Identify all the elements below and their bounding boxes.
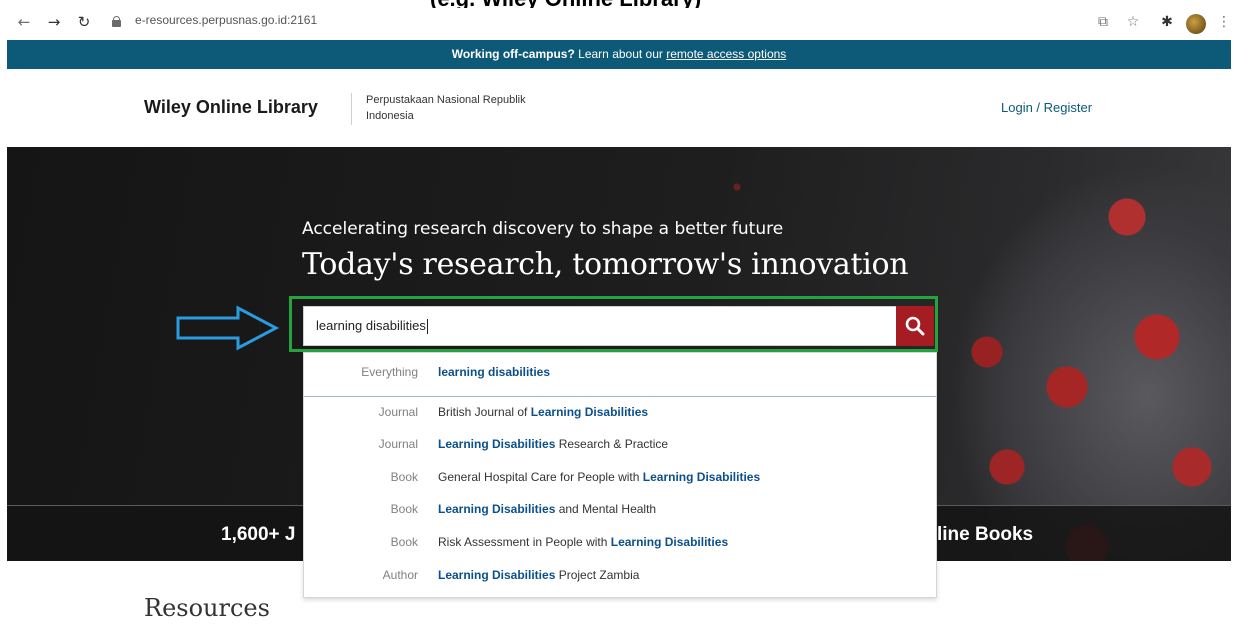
suggestion-divider bbox=[304, 396, 936, 397]
text-caret bbox=[426, 319, 428, 335]
site-header: Wiley Online Library Perpustakaan Nasion… bbox=[7, 69, 1231, 147]
profile-icon[interactable] bbox=[1186, 14, 1206, 34]
suggestion-type: Journal bbox=[378, 405, 418, 419]
suggestion-text: Learning Disabilities and Mental Health bbox=[438, 502, 657, 516]
suggestion-item[interactable]: Author Learning Disabilities Project Zam… bbox=[304, 562, 936, 588]
suggestion-type: Journal bbox=[378, 437, 418, 451]
suggestion-type: Everything bbox=[361, 365, 418, 379]
suggestion-item[interactable]: Book Risk Assessment in People with Lear… bbox=[304, 529, 936, 555]
suggestion-type: Book bbox=[390, 535, 418, 549]
remote-access-banner: Working off-campus? Learn about our remo… bbox=[7, 40, 1231, 69]
suggestion-item[interactable]: Book Learning Disabilities and Mental He… bbox=[304, 496, 936, 522]
menu-icon[interactable]: ⋮ bbox=[1215, 13, 1233, 31]
stat-journals: 1,600+ J bbox=[221, 524, 296, 545]
suggestion-type: Book bbox=[390, 502, 418, 516]
suggestion-type: Book bbox=[390, 470, 418, 484]
search-button[interactable] bbox=[896, 306, 934, 346]
url-text: e-resources.perpusnas.go.id:2161 bbox=[135, 13, 318, 27]
remote-access-link[interactable]: remote access options bbox=[666, 47, 786, 61]
forward-icon[interactable]: → bbox=[44, 12, 64, 32]
extensions-icon[interactable]: ✱ bbox=[1158, 13, 1176, 31]
suggestion-text: Learning Disabilities Project Zambia bbox=[438, 568, 640, 582]
suggestion-type: Author bbox=[382, 568, 418, 582]
pointer-arrow-icon bbox=[176, 305, 280, 351]
resources-heading: Resources bbox=[144, 594, 270, 622]
suggestion-item[interactable]: Journal British Journal of Learning Disa… bbox=[304, 399, 936, 425]
suggestion-text: British Journal of Learning Disabilities bbox=[438, 405, 649, 419]
institution-name: Perpustakaan Nasional Republik Indonesia bbox=[366, 94, 526, 122]
reload-icon[interactable]: ↻ bbox=[74, 12, 94, 32]
suggestion-text: Learning Disabilities Research & Practic… bbox=[438, 437, 669, 451]
login-register-link[interactable]: Login / Register bbox=[1001, 100, 1092, 115]
lock-icon bbox=[112, 16, 121, 27]
search-input-value: learning disabilities bbox=[316, 318, 426, 333]
star-icon[interactable]: ☆ bbox=[1124, 13, 1142, 31]
suggestion-text: learning disabilities bbox=[438, 365, 551, 379]
search-icon bbox=[905, 316, 925, 336]
search-suggestions-dropdown: Everything learning disabilities Journal… bbox=[303, 352, 937, 598]
suggestion-item[interactable]: Everything learning disabilities bbox=[304, 359, 936, 385]
banner-middle: Learn about our bbox=[574, 47, 667, 61]
stat-books: line Books bbox=[937, 524, 1034, 545]
header-divider bbox=[351, 93, 352, 125]
search-input[interactable]: learning disabilities bbox=[303, 306, 896, 346]
site-logo[interactable]: Wiley Online Library bbox=[144, 97, 318, 118]
suggestion-text: General Hospital Care for People with Le… bbox=[438, 470, 761, 484]
hero-title: Today's research, tomorrow's innovation bbox=[302, 247, 909, 282]
back-icon[interactable]: ← bbox=[14, 12, 34, 32]
suggestion-item[interactable]: Journal Learning Disabilities Research &… bbox=[304, 431, 936, 457]
banner-lead: Working off-campus? bbox=[451, 47, 575, 61]
address-bar[interactable]: e-resources.perpusnas.go.id:2161 bbox=[104, 10, 1104, 34]
hero-subtitle: Accelerating research discovery to shape… bbox=[302, 219, 784, 239]
suggestion-item[interactable]: Book General Hospital Care for People wi… bbox=[304, 464, 936, 490]
browser-toolbar: ← → ↻ e-resources.perpusnas.go.id:2161 ⧉… bbox=[0, 8, 1233, 38]
suggestion-text: Risk Assessment in People with Learning … bbox=[438, 535, 729, 549]
share-icon[interactable]: ⧉ bbox=[1094, 13, 1112, 31]
